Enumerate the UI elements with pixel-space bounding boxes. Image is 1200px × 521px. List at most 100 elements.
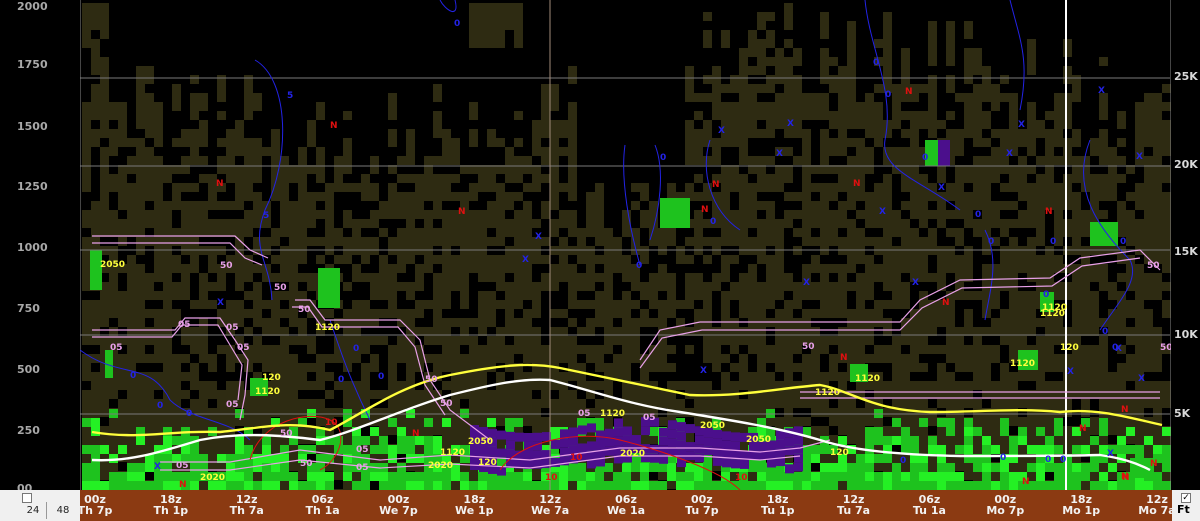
cloud-cell bbox=[973, 156, 982, 165]
cloud-cell bbox=[406, 156, 415, 165]
precip-cell bbox=[1000, 463, 1009, 472]
cloud-cell bbox=[352, 309, 361, 318]
cloud-cell bbox=[289, 399, 298, 408]
cloud-cell bbox=[1099, 282, 1108, 291]
cloud-cell bbox=[154, 255, 163, 264]
cloud-cell bbox=[316, 156, 325, 165]
cloud-cell bbox=[163, 291, 172, 300]
hours-48-button[interactable]: 48 bbox=[50, 502, 76, 519]
cloud-cell bbox=[829, 147, 838, 156]
combo-label: 2020 bbox=[200, 473, 225, 483]
cloud-cell bbox=[1108, 318, 1117, 327]
cloud-cell bbox=[748, 381, 757, 390]
cloud-cell bbox=[838, 183, 847, 192]
cloud-cell bbox=[217, 138, 226, 147]
cloud-cell bbox=[82, 102, 91, 111]
cloud-cell bbox=[397, 210, 406, 219]
cloud-cell bbox=[568, 399, 577, 408]
cloud-cell bbox=[595, 291, 604, 300]
cloud-cell bbox=[1090, 444, 1099, 453]
cloud-cell bbox=[469, 264, 478, 273]
cloud-cell bbox=[712, 156, 721, 165]
hours-24-button[interactable]: 24 bbox=[20, 502, 47, 519]
cloud-cell bbox=[118, 129, 127, 138]
cloud-cell bbox=[928, 30, 937, 39]
cloud-cell bbox=[145, 390, 154, 399]
cloud-cell bbox=[388, 354, 397, 363]
cloud-cell bbox=[766, 291, 775, 300]
cloud-cell bbox=[280, 480, 289, 489]
cloud-cell bbox=[1135, 345, 1144, 354]
cloud-cell bbox=[505, 408, 514, 417]
cloud-cell bbox=[298, 192, 307, 201]
cloud-cell bbox=[982, 282, 991, 291]
cloud-cell bbox=[1081, 345, 1090, 354]
cloud-cell bbox=[739, 363, 748, 372]
cloud-cell bbox=[523, 237, 532, 246]
cloud-cell bbox=[568, 372, 577, 381]
cloud-cell bbox=[712, 102, 721, 111]
cloud-cell bbox=[838, 219, 847, 228]
cloud-cell bbox=[352, 264, 361, 273]
cloud-cell bbox=[991, 156, 1000, 165]
cloud-cell bbox=[919, 435, 928, 444]
cloud-cell bbox=[919, 273, 928, 282]
cloud-cell bbox=[316, 174, 325, 183]
cloud-cell bbox=[829, 372, 838, 381]
cloud-cell bbox=[289, 255, 298, 264]
cloud-cell bbox=[1126, 210, 1135, 219]
cloud-cell bbox=[910, 129, 919, 138]
cloud-cell bbox=[982, 84, 991, 93]
cloud-cell bbox=[442, 219, 451, 228]
cloud-cell bbox=[928, 318, 937, 327]
units-checkbox[interactable]: ✓ bbox=[1181, 493, 1191, 503]
cloud-cell bbox=[136, 120, 145, 129]
cloud-cell bbox=[1027, 39, 1036, 48]
cloud-cell bbox=[361, 237, 370, 246]
cloud-cell bbox=[1162, 399, 1171, 408]
cloud-cell bbox=[496, 390, 505, 399]
cloud-cell bbox=[181, 129, 190, 138]
cloud-cell bbox=[235, 264, 244, 273]
precip-cell bbox=[145, 463, 154, 472]
precip-cell bbox=[1054, 472, 1063, 481]
cloud-cell bbox=[541, 237, 550, 246]
cloud-cell bbox=[424, 237, 433, 246]
cloud-cell bbox=[442, 426, 451, 435]
precip-cell bbox=[667, 472, 676, 481]
cloud-cell bbox=[946, 345, 955, 354]
precip-cell bbox=[397, 445, 406, 454]
cloud-cell bbox=[766, 84, 775, 93]
cloud-cell bbox=[973, 129, 982, 138]
cloud-cell bbox=[82, 282, 91, 291]
cloud-cell bbox=[919, 174, 928, 183]
cloud-cell bbox=[136, 210, 145, 219]
cloud-cell bbox=[937, 435, 946, 444]
cloud-cell bbox=[289, 201, 298, 210]
cloud-cell bbox=[550, 282, 559, 291]
purple-cell bbox=[569, 436, 578, 446]
cloud-cell bbox=[388, 210, 397, 219]
cloud-cell bbox=[199, 219, 208, 228]
time-axis-label: 12z Tu 7a bbox=[837, 493, 871, 517]
precip-cell bbox=[847, 463, 856, 472]
cloud-cell bbox=[901, 372, 910, 381]
pink-05-label: 05 bbox=[110, 343, 123, 353]
cloud-cell bbox=[739, 183, 748, 192]
cloud-cell bbox=[109, 444, 118, 453]
cloud-cell bbox=[901, 354, 910, 363]
cloud-cell bbox=[892, 228, 901, 237]
cloud-cell bbox=[811, 183, 820, 192]
cloud-cell bbox=[1027, 453, 1036, 462]
cloud-cell bbox=[289, 336, 298, 345]
cloud-cell bbox=[451, 228, 460, 237]
precip-cell bbox=[928, 481, 937, 490]
cloud-cell bbox=[316, 354, 325, 363]
cloud-cell bbox=[523, 354, 532, 363]
cloud-cell bbox=[397, 336, 406, 345]
cloud-cell bbox=[847, 102, 856, 111]
cloud-cell bbox=[82, 237, 91, 246]
cloud-cell bbox=[820, 75, 829, 84]
cloud-cell bbox=[577, 300, 586, 309]
precip-cell bbox=[649, 463, 658, 472]
